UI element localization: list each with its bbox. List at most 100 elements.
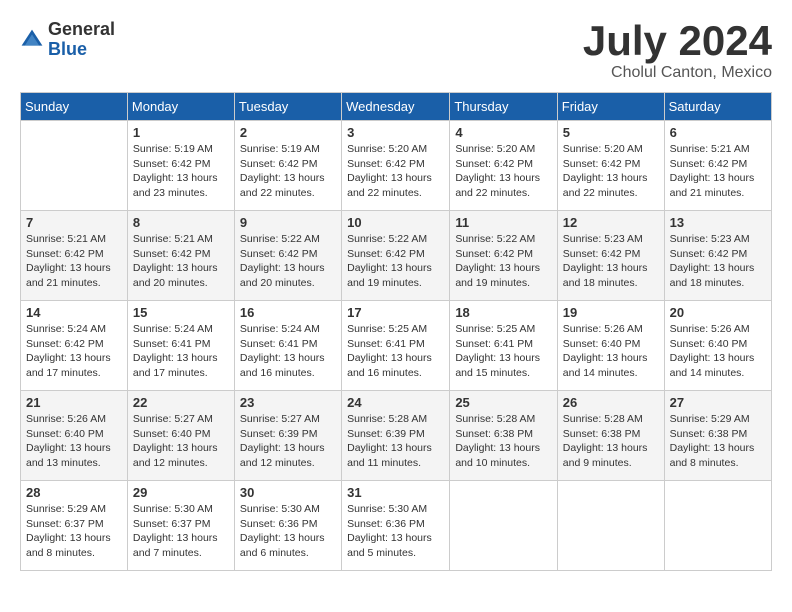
calendar-cell: 7 Sunrise: 5:21 AM Sunset: 6:42 PM Dayli… bbox=[21, 211, 128, 301]
day-info: Sunrise: 5:19 AM Sunset: 6:42 PM Dayligh… bbox=[133, 142, 229, 201]
day-number: 13 bbox=[670, 215, 766, 230]
weekday-header: Saturday bbox=[664, 93, 771, 121]
calendar-cell bbox=[557, 481, 664, 571]
month-title: July 2024 bbox=[583, 20, 772, 62]
sunset: Sunset: 6:38 PM bbox=[455, 428, 533, 440]
daylight: Daylight: 13 hours and 8 minutes. bbox=[26, 532, 111, 559]
calendar-cell: 25 Sunrise: 5:28 AM Sunset: 6:38 PM Dayl… bbox=[450, 391, 557, 481]
daylight: Daylight: 13 hours and 20 minutes. bbox=[133, 262, 218, 289]
calendar-cell: 28 Sunrise: 5:29 AM Sunset: 6:37 PM Dayl… bbox=[21, 481, 128, 571]
sunset: Sunset: 6:42 PM bbox=[563, 158, 641, 170]
sunset: Sunset: 6:41 PM bbox=[455, 338, 533, 350]
calendar-header: SundayMondayTuesdayWednesdayThursdayFrid… bbox=[21, 93, 772, 121]
location: Cholul Canton, Mexico bbox=[583, 64, 772, 82]
calendar-cell: 22 Sunrise: 5:27 AM Sunset: 6:40 PM Dayl… bbox=[127, 391, 234, 481]
sunrise: Sunrise: 5:30 AM bbox=[347, 503, 427, 515]
day-info: Sunrise: 5:22 AM Sunset: 6:42 PM Dayligh… bbox=[347, 232, 444, 291]
sunset: Sunset: 6:37 PM bbox=[26, 518, 104, 530]
day-number: 27 bbox=[670, 395, 766, 410]
day-info: Sunrise: 5:21 AM Sunset: 6:42 PM Dayligh… bbox=[670, 142, 766, 201]
day-info: Sunrise: 5:28 AM Sunset: 6:39 PM Dayligh… bbox=[347, 412, 444, 471]
day-number: 31 bbox=[347, 485, 444, 500]
day-number: 15 bbox=[133, 305, 229, 320]
day-number: 7 bbox=[26, 215, 122, 230]
calendar-cell: 10 Sunrise: 5:22 AM Sunset: 6:42 PM Dayl… bbox=[342, 211, 450, 301]
sunrise: Sunrise: 5:20 AM bbox=[455, 143, 535, 155]
sunset: Sunset: 6:37 PM bbox=[133, 518, 211, 530]
day-number: 30 bbox=[240, 485, 336, 500]
day-info: Sunrise: 5:25 AM Sunset: 6:41 PM Dayligh… bbox=[455, 322, 551, 381]
sunset: Sunset: 6:41 PM bbox=[133, 338, 211, 350]
day-number: 17 bbox=[347, 305, 444, 320]
calendar-cell: 18 Sunrise: 5:25 AM Sunset: 6:41 PM Dayl… bbox=[450, 301, 557, 391]
sunset: Sunset: 6:40 PM bbox=[26, 428, 104, 440]
sunrise: Sunrise: 5:20 AM bbox=[563, 143, 643, 155]
day-number: 26 bbox=[563, 395, 659, 410]
day-info: Sunrise: 5:21 AM Sunset: 6:42 PM Dayligh… bbox=[133, 232, 229, 291]
sunset: Sunset: 6:42 PM bbox=[563, 248, 641, 260]
daylight: Daylight: 13 hours and 14 minutes. bbox=[670, 352, 755, 379]
sunrise: Sunrise: 5:22 AM bbox=[455, 233, 535, 245]
logo-icon bbox=[20, 28, 44, 52]
daylight: Daylight: 13 hours and 14 minutes. bbox=[563, 352, 648, 379]
sunset: Sunset: 6:42 PM bbox=[26, 338, 104, 350]
sunrise: Sunrise: 5:21 AM bbox=[26, 233, 106, 245]
daylight: Daylight: 13 hours and 9 minutes. bbox=[563, 442, 648, 469]
weekday-header: Wednesday bbox=[342, 93, 450, 121]
calendar-cell: 15 Sunrise: 5:24 AM Sunset: 6:41 PM Dayl… bbox=[127, 301, 234, 391]
weekday-header: Friday bbox=[557, 93, 664, 121]
day-info: Sunrise: 5:26 AM Sunset: 6:40 PM Dayligh… bbox=[670, 322, 766, 381]
weekday-header: Sunday bbox=[21, 93, 128, 121]
calendar-week-row: 14 Sunrise: 5:24 AM Sunset: 6:42 PM Dayl… bbox=[21, 301, 772, 391]
title-block: July 2024 Cholul Canton, Mexico bbox=[583, 20, 772, 82]
daylight: Daylight: 13 hours and 11 minutes. bbox=[347, 442, 432, 469]
day-number: 28 bbox=[26, 485, 122, 500]
calendar-week-row: 21 Sunrise: 5:26 AM Sunset: 6:40 PM Dayl… bbox=[21, 391, 772, 481]
calendar-cell: 29 Sunrise: 5:30 AM Sunset: 6:37 PM Dayl… bbox=[127, 481, 234, 571]
day-info: Sunrise: 5:21 AM Sunset: 6:42 PM Dayligh… bbox=[26, 232, 122, 291]
calendar-cell: 12 Sunrise: 5:23 AM Sunset: 6:42 PM Dayl… bbox=[557, 211, 664, 301]
logo-text: General Blue bbox=[48, 20, 115, 60]
day-info: Sunrise: 5:29 AM Sunset: 6:38 PM Dayligh… bbox=[670, 412, 766, 471]
sunrise: Sunrise: 5:29 AM bbox=[670, 413, 750, 425]
calendar-cell: 14 Sunrise: 5:24 AM Sunset: 6:42 PM Dayl… bbox=[21, 301, 128, 391]
calendar-cell: 6 Sunrise: 5:21 AM Sunset: 6:42 PM Dayli… bbox=[664, 121, 771, 211]
day-number: 23 bbox=[240, 395, 336, 410]
day-info: Sunrise: 5:30 AM Sunset: 6:37 PM Dayligh… bbox=[133, 502, 229, 561]
logo: General Blue bbox=[20, 20, 115, 60]
day-number: 12 bbox=[563, 215, 659, 230]
calendar-cell: 2 Sunrise: 5:19 AM Sunset: 6:42 PM Dayli… bbox=[234, 121, 341, 211]
calendar-cell: 30 Sunrise: 5:30 AM Sunset: 6:36 PM Dayl… bbox=[234, 481, 341, 571]
sunrise: Sunrise: 5:24 AM bbox=[26, 323, 106, 335]
daylight: Daylight: 13 hours and 18 minutes. bbox=[563, 262, 648, 289]
sunset: Sunset: 6:38 PM bbox=[563, 428, 641, 440]
sunset: Sunset: 6:40 PM bbox=[133, 428, 211, 440]
day-number: 29 bbox=[133, 485, 229, 500]
sunrise: Sunrise: 5:28 AM bbox=[347, 413, 427, 425]
sunrise: Sunrise: 5:25 AM bbox=[347, 323, 427, 335]
sunrise: Sunrise: 5:27 AM bbox=[133, 413, 213, 425]
daylight: Daylight: 13 hours and 22 minutes. bbox=[563, 172, 648, 199]
sunset: Sunset: 6:38 PM bbox=[670, 428, 748, 440]
day-number: 1 bbox=[133, 125, 229, 140]
weekday-header: Thursday bbox=[450, 93, 557, 121]
day-info: Sunrise: 5:20 AM Sunset: 6:42 PM Dayligh… bbox=[455, 142, 551, 201]
sunrise: Sunrise: 5:19 AM bbox=[133, 143, 213, 155]
sunset: Sunset: 6:42 PM bbox=[670, 248, 748, 260]
day-number: 25 bbox=[455, 395, 551, 410]
daylight: Daylight: 13 hours and 21 minutes. bbox=[26, 262, 111, 289]
calendar-cell: 4 Sunrise: 5:20 AM Sunset: 6:42 PM Dayli… bbox=[450, 121, 557, 211]
sunrise: Sunrise: 5:21 AM bbox=[670, 143, 750, 155]
sunset: Sunset: 6:40 PM bbox=[563, 338, 641, 350]
sunrise: Sunrise: 5:28 AM bbox=[455, 413, 535, 425]
sunset: Sunset: 6:41 PM bbox=[347, 338, 425, 350]
day-number: 22 bbox=[133, 395, 229, 410]
sunset: Sunset: 6:42 PM bbox=[455, 248, 533, 260]
day-info: Sunrise: 5:27 AM Sunset: 6:40 PM Dayligh… bbox=[133, 412, 229, 471]
day-info: Sunrise: 5:24 AM Sunset: 6:41 PM Dayligh… bbox=[240, 322, 336, 381]
calendar-cell: 1 Sunrise: 5:19 AM Sunset: 6:42 PM Dayli… bbox=[127, 121, 234, 211]
calendar-cell bbox=[450, 481, 557, 571]
sunrise: Sunrise: 5:25 AM bbox=[455, 323, 535, 335]
day-info: Sunrise: 5:24 AM Sunset: 6:41 PM Dayligh… bbox=[133, 322, 229, 381]
calendar-cell: 8 Sunrise: 5:21 AM Sunset: 6:42 PM Dayli… bbox=[127, 211, 234, 301]
